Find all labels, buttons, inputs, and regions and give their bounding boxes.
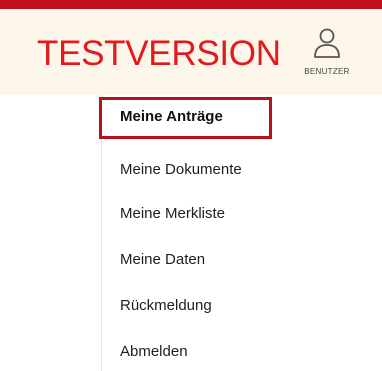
menu-item-rueckmeldung[interactable]: Rückmeldung: [120, 297, 212, 315]
menu-item-meine-antraege[interactable]: Meine Anträge: [120, 108, 223, 126]
menu-item-meine-daten[interactable]: Meine Daten: [120, 251, 205, 269]
menu-item-meine-dokumente[interactable]: Meine Dokumente: [120, 161, 242, 179]
page: TESTVERSION BENUTZER Meine Anträge Meine…: [0, 0, 382, 371]
user-menu-label: BENUTZER: [304, 67, 350, 76]
user-dropdown-menu: Meine Anträge Meine Dokumente Meine Merk…: [101, 95, 382, 371]
top-accent-bar: [0, 0, 382, 9]
user-icon: [314, 28, 340, 58]
brand-title: TESTVERSION: [37, 34, 281, 73]
menu-item-meine-merkliste[interactable]: Meine Merkliste: [120, 205, 225, 223]
menu-item-abmelden[interactable]: Abmelden: [120, 343, 188, 361]
user-menu-button[interactable]: BENUTZER: [296, 26, 358, 86]
